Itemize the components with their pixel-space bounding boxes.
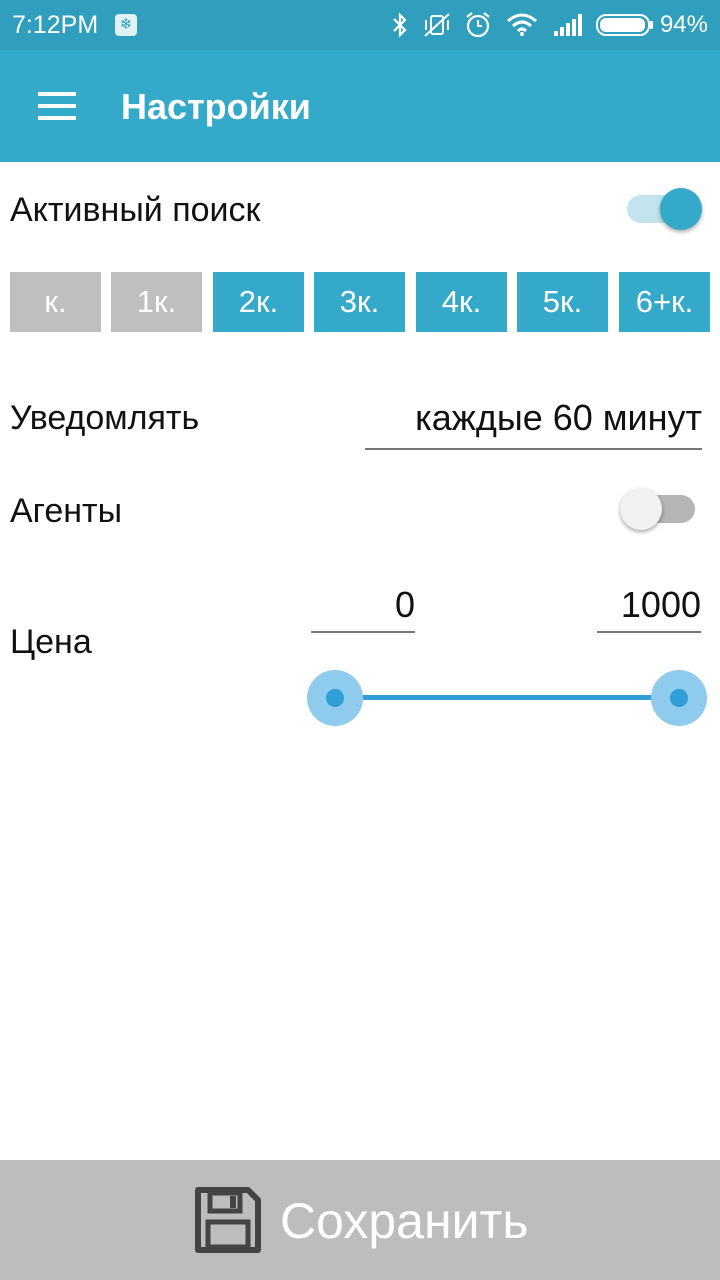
- room-button-1[interactable]: 1к.: [111, 272, 202, 332]
- battery-percent: 94%: [659, 11, 708, 38]
- room-button-6plus[interactable]: 6+к.: [619, 272, 710, 332]
- app-bar: Настройки: [0, 50, 720, 162]
- notify-interval-value: каждые 60 минут: [415, 397, 702, 438]
- room-button-5[interactable]: 5к.: [517, 272, 608, 332]
- status-time: 7:12PM: [12, 11, 99, 39]
- price-min-value: 0: [394, 584, 415, 625]
- room-filter: к. 1к. 2к. 3к. 4к. 5к. 6+к.: [10, 272, 710, 332]
- save-button[interactable]: Сохранить: [0, 1160, 720, 1280]
- price-min-field[interactable]: 0: [311, 581, 415, 633]
- bluetooth-icon: [393, 12, 407, 38]
- page-title: Настройки: [121, 86, 311, 127]
- notify-interval-select[interactable]: каждые 60 минут: [365, 392, 702, 450]
- notify-label: Уведомлять: [10, 399, 200, 437]
- room-button-studio[interactable]: к.: [10, 272, 101, 332]
- price-min-handle[interactable]: [307, 670, 363, 726]
- save-label: Сохранить: [280, 1193, 529, 1249]
- room-button-2[interactable]: 2к.: [213, 272, 304, 332]
- menu-icon[interactable]: [38, 92, 76, 120]
- wifi-icon: [507, 13, 537, 36]
- price-max-value: 1000: [620, 584, 701, 625]
- floppy-disk-icon: [195, 1187, 261, 1253]
- signal-icon: [554, 14, 582, 36]
- notification-icon: ❄: [115, 14, 137, 36]
- active-search-toggle[interactable]: [622, 186, 702, 232]
- alarm-icon: [466, 12, 490, 38]
- status-bar: 7:12PM ❄ 94%: [0, 0, 720, 50]
- battery-icon: [596, 14, 653, 36]
- vibrate-off-icon: [424, 13, 450, 37]
- price-label: Цена: [10, 623, 92, 661]
- room-button-3[interactable]: 3к.: [314, 272, 405, 332]
- price-range-slider[interactable]: [307, 670, 707, 726]
- room-button-4[interactable]: 4к.: [416, 272, 507, 332]
- active-search-label: Активный поиск: [10, 191, 261, 229]
- agents-toggle[interactable]: [620, 486, 700, 532]
- agents-label: Агенты: [10, 492, 123, 530]
- price-max-handle[interactable]: [651, 670, 707, 726]
- price-max-field[interactable]: 1000: [597, 581, 701, 633]
- price-range-track: [335, 695, 679, 700]
